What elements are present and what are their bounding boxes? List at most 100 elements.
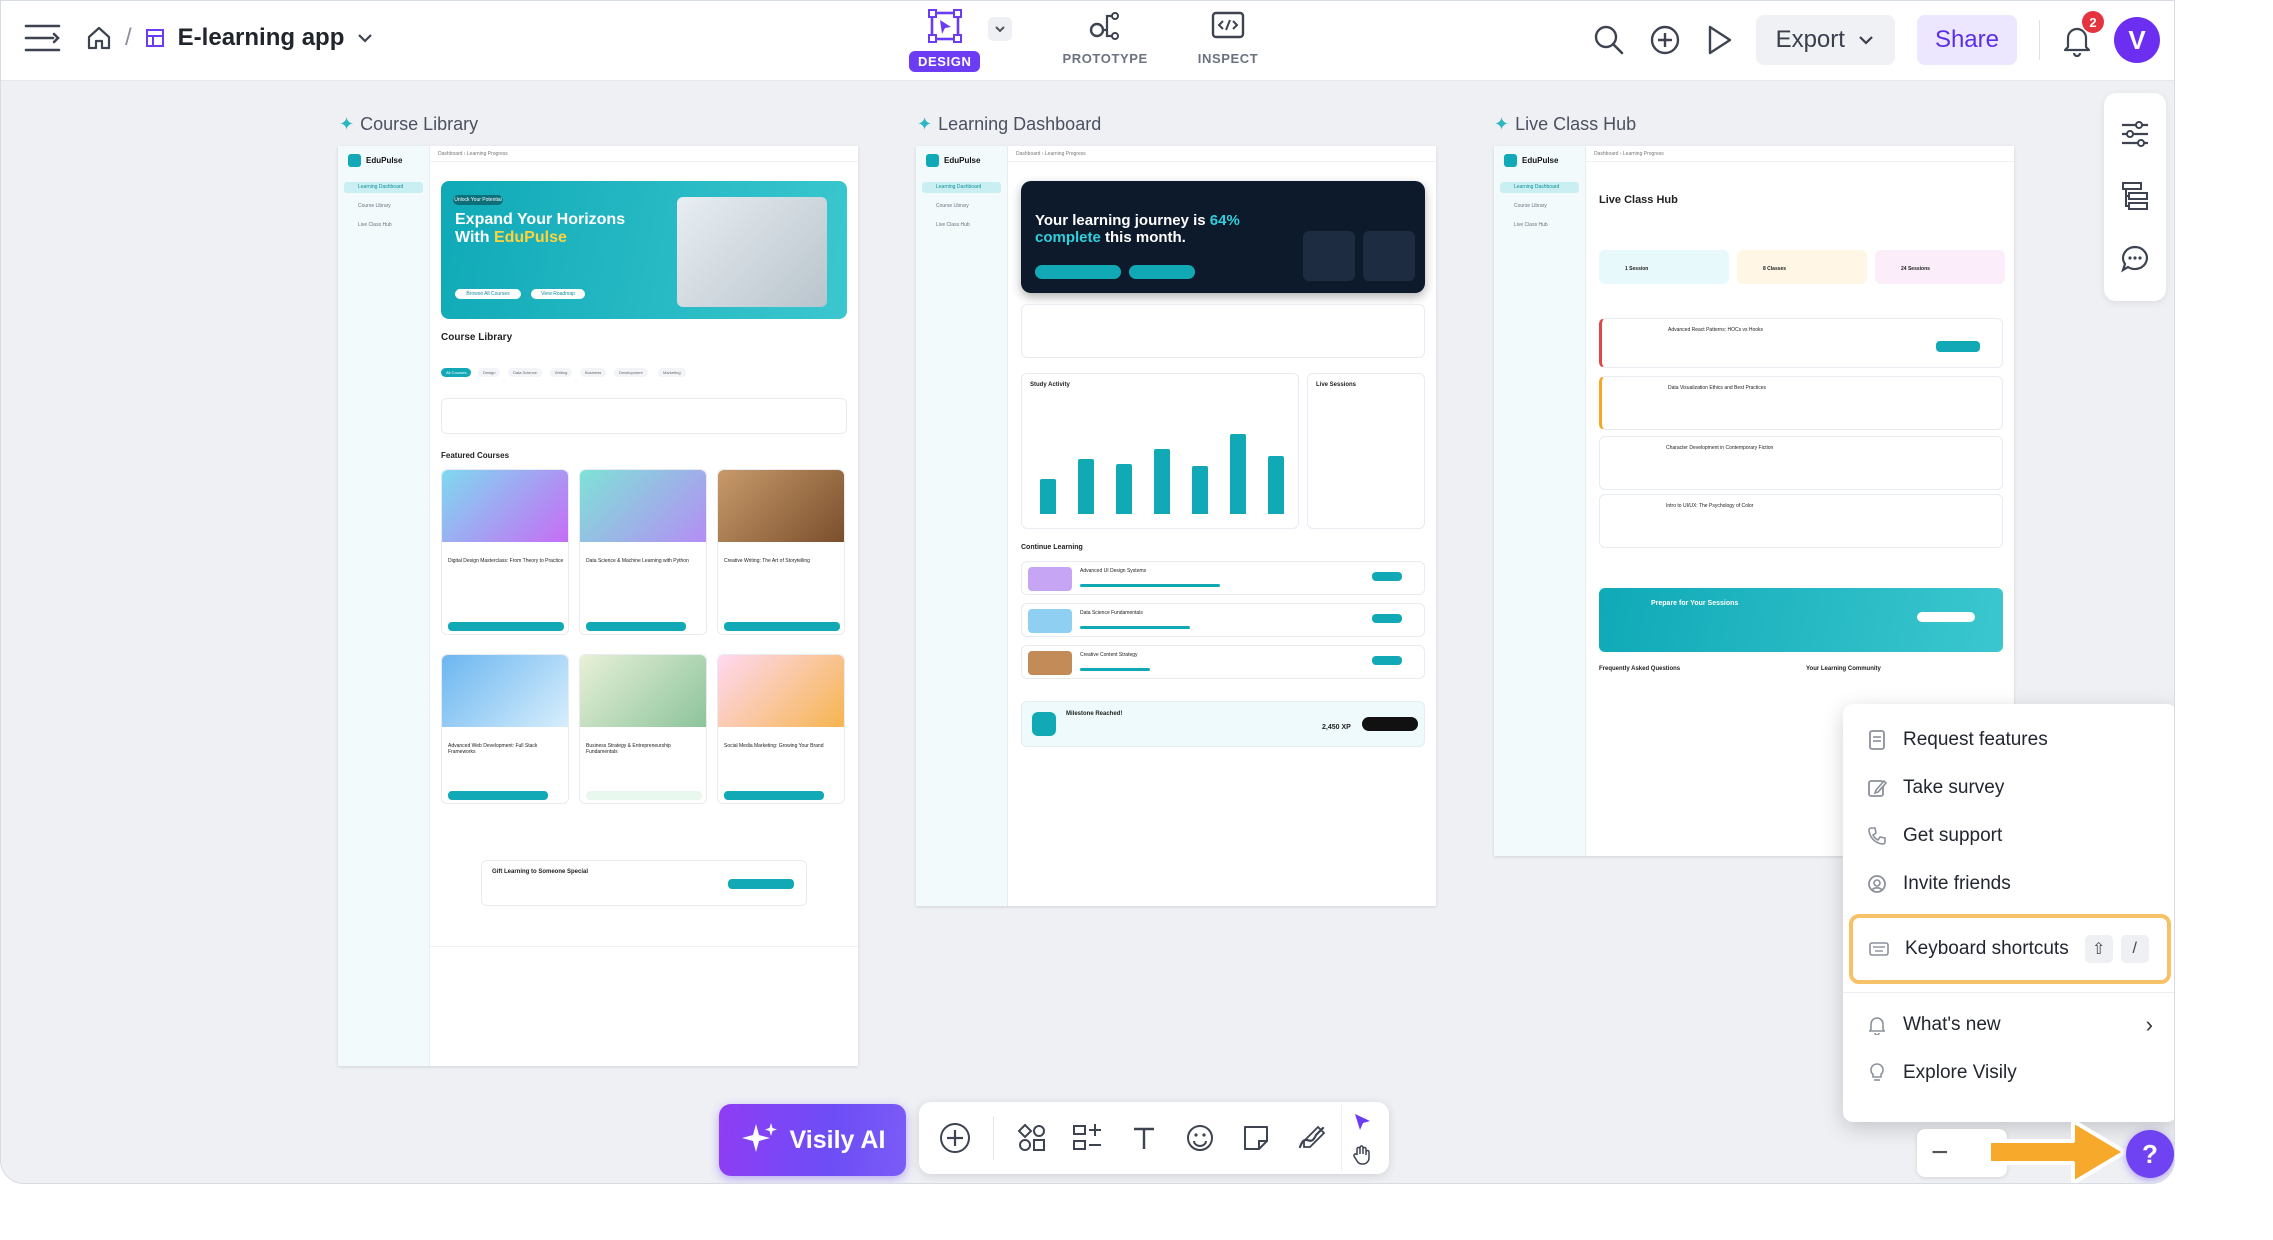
home-icon[interactable] xyxy=(85,24,113,52)
right-rail xyxy=(2104,93,2166,301)
lesson-row[interactable]: Creative Content Strategy xyxy=(1021,645,1425,679)
activity-bar xyxy=(1078,459,1094,514)
lesson-row[interactable]: Advanced UI Design Systems xyxy=(1021,561,1425,595)
stats-row xyxy=(441,398,847,434)
hero-banner: Unlock Your Potential Expand Your Horizo… xyxy=(441,181,847,319)
share-button[interactable]: Share xyxy=(1916,15,2017,65)
bell-icon xyxy=(1867,1015,1887,1035)
activity-bar xyxy=(1268,456,1284,514)
explore-visily-item[interactable]: Explore Visily xyxy=(1843,1049,2174,1097)
hand-icon[interactable] xyxy=(1344,1144,1380,1166)
get-support-item[interactable]: Get support xyxy=(1843,812,2174,860)
sticky-note-icon[interactable] xyxy=(1238,1123,1274,1153)
lightbulb-icon xyxy=(1867,1063,1887,1083)
session-row[interactable]: Character Development in Contemporary Fi… xyxy=(1599,436,2003,490)
play-icon[interactable] xyxy=(1704,23,1734,57)
frame-nav: Learning Dashboard Course Library Live Cla… xyxy=(344,182,423,239)
project-name[interactable]: E-learning app xyxy=(178,24,345,52)
course-card[interactable]: Digital Design Masterclass: From Theory … xyxy=(441,469,569,635)
emoji-icon[interactable] xyxy=(1182,1123,1218,1153)
invite-friends-item[interactable]: Invite friends xyxy=(1843,860,2174,908)
course-card[interactable]: Advanced Web Development: Full Stack Fra… xyxy=(441,654,569,804)
menu-icon[interactable] xyxy=(23,21,63,55)
course-library-frame[interactable]: EduPulse Learning Dashboard Course Librar… xyxy=(338,146,858,1066)
help-menu: Request features Take survey Get support… xyxy=(1843,704,2174,1122)
hero-progress-text: Your learning journey is 64% complete th… xyxy=(1035,212,1240,246)
breadcrumb: / E-learning app xyxy=(85,24,374,52)
project-icon xyxy=(144,27,166,49)
app-window: / E-learning app DESIGN PROTOTYPE INSPEC… xyxy=(0,0,2175,1184)
activity-bar xyxy=(1040,479,1056,514)
export-button[interactable]: Export xyxy=(1755,15,1895,65)
prepare-banner: Prepare for Your Sessions xyxy=(1599,588,2003,652)
inspect-mode-label: INSPECT xyxy=(1197,51,1259,66)
course-card[interactable]: Data Science & Machine Learning with Pyt… xyxy=(579,469,707,635)
user-avatar[interactable]: V xyxy=(2114,17,2160,63)
lesson-row[interactable]: Data Science Fundamentals xyxy=(1021,603,1425,637)
top-bar: / E-learning app DESIGN PROTOTYPE INSPEC… xyxy=(1,1,2174,81)
add-icon[interactable] xyxy=(937,1122,973,1154)
learning-dashboard-frame[interactable]: EduPulse Learning Dashboard Course Librar… xyxy=(916,146,1436,906)
screen-title-course-library[interactable]: ✦ Course Library xyxy=(339,114,478,135)
chevron-right-icon: › xyxy=(2145,1012,2153,1037)
gift-card: Gift Learning to Someone Special xyxy=(481,860,807,906)
inspect-mode-tab[interactable]: INSPECT xyxy=(1198,7,1259,66)
stat-card: 8 Classes xyxy=(1737,250,1867,284)
chevron-down-icon[interactable] xyxy=(356,29,374,47)
frame-footer xyxy=(430,946,858,1066)
take-survey-item[interactable]: Take survey xyxy=(1843,764,2174,812)
featured-heading: Featured Courses xyxy=(441,451,510,460)
keyboard-shortcuts-item[interactable]: Keyboard shortcuts ⇧ / xyxy=(1849,914,2171,984)
frame-topbar: Dashboard › Learning Progress xyxy=(1008,146,1436,162)
request-features-item[interactable]: Request features xyxy=(1843,716,2174,764)
toolbar-divider xyxy=(993,1116,994,1160)
help-button[interactable]: ? xyxy=(2126,1130,2174,1178)
prototype-mode-label: PROTOTYPE xyxy=(1062,51,1148,66)
session-row[interactable]: Data Visualization Ethics and Best Pract… xyxy=(1599,376,2003,430)
prototype-mode-tab[interactable]: PROTOTYPE xyxy=(1062,7,1147,66)
frame-topbar: Dashboard › Learning Progress xyxy=(430,146,858,162)
export-label: Export xyxy=(1775,26,1845,53)
notifications-bell-icon[interactable]: 2 xyxy=(2062,11,2104,57)
text-icon[interactable] xyxy=(1126,1123,1162,1153)
stat-card: 24 Sessions xyxy=(1875,250,2005,284)
study-activity-card: Study Activity xyxy=(1021,373,1299,529)
course-card[interactable]: Business Strategy & Entrepreneurship Fun… xyxy=(579,654,707,804)
frame-sidebar: EduPulse Learning Dashboard Course Librar… xyxy=(338,146,430,1066)
frame-logo: EduPulse xyxy=(1504,154,1558,167)
whats-new-item[interactable]: What's new › xyxy=(1843,1001,2174,1049)
chevron-down-icon xyxy=(1859,36,1873,45)
add-circle-icon[interactable] xyxy=(1648,23,1682,57)
frame-nav: Learning Dashboard Course Library Live Cla… xyxy=(922,182,1001,239)
notification-badge: 2 xyxy=(2082,11,2104,33)
layers-tree-icon[interactable] xyxy=(2120,180,2150,212)
top-bar-left: / E-learning app xyxy=(23,21,374,55)
sliders-icon[interactable] xyxy=(2119,119,2151,149)
layout-blocks-icon[interactable] xyxy=(1070,1122,1106,1154)
pointer-arrow-annotation xyxy=(1983,1115,2133,1183)
search-icon[interactable] xyxy=(1592,23,1626,57)
session-row[interactable]: Intro to UI/UX: The Psychology of Color xyxy=(1599,494,2003,548)
hero-title: Expand Your Horizons With EduPulse xyxy=(455,211,626,246)
hub-heading: Live Class Hub xyxy=(1599,194,1678,206)
design-mode-tab[interactable]: DESIGN xyxy=(909,7,981,72)
visily-ai-button[interactable]: Visily AI xyxy=(719,1104,906,1176)
sparkle-icon xyxy=(741,1123,777,1152)
pointer-icon[interactable] xyxy=(1344,1111,1380,1133)
document-icon xyxy=(1867,730,1887,750)
pen-draw-icon[interactable] xyxy=(1294,1123,1330,1153)
components-icon[interactable] xyxy=(1014,1122,1050,1154)
screen-title-live-class-hub[interactable]: ✦ Live Class Hub xyxy=(1494,114,1636,135)
shift-key: ⇧ xyxy=(2084,935,2113,963)
sparkle-icon: ✦ xyxy=(339,114,355,134)
bottom-toolbar xyxy=(919,1102,1389,1174)
course-card[interactable]: Creative Writing: The Art of Storytellin… xyxy=(717,469,845,635)
mode-dropdown[interactable] xyxy=(988,17,1013,41)
sparkle-icon: ✦ xyxy=(917,114,933,134)
session-row[interactable]: Advanced React Patterns: HOCs vs Hooks xyxy=(1599,318,2003,368)
community-heading: Your Learning Community xyxy=(1806,666,1881,672)
comment-icon[interactable] xyxy=(2119,243,2151,275)
design-mode-label: DESIGN xyxy=(909,51,981,72)
course-card[interactable]: Social Media Marketing: Growing Your Bra… xyxy=(717,654,845,804)
screen-title-learning-dashboard[interactable]: ✦ Learning Dashboard xyxy=(917,114,1101,135)
